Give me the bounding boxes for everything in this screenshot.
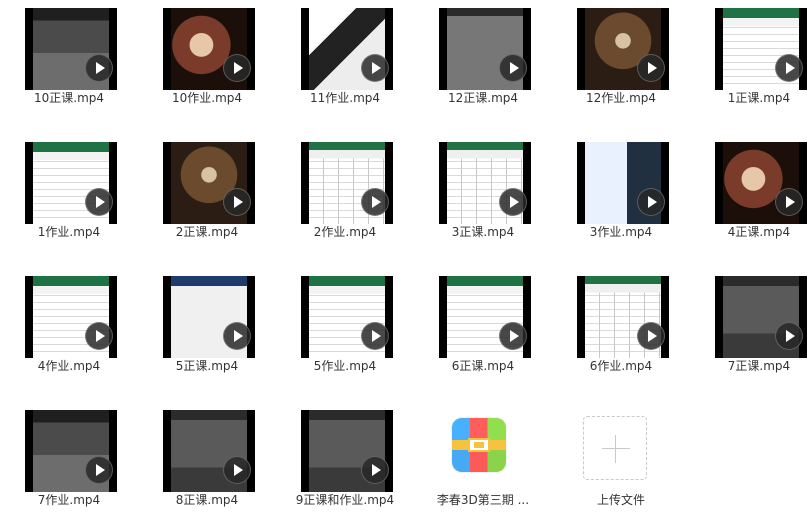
video-file-tile[interactable]: 1作业.mp4 — [10, 134, 128, 254]
video-file-tile[interactable]: 8正课.mp4 — [148, 402, 266, 521]
video-file-tile[interactable]: 7正课.mp4 — [700, 268, 809, 388]
play-icon[interactable] — [637, 54, 665, 82]
file-name: 12作业.mp4 — [585, 91, 657, 105]
video-thumbnail[interactable] — [163, 8, 255, 90]
file-name: 3正课.mp4 — [451, 225, 515, 239]
file-name: 5正课.mp4 — [175, 359, 239, 373]
video-file-tile[interactable]: 9正课和作业.mp4 — [286, 402, 404, 521]
video-thumbnail[interactable] — [301, 276, 393, 358]
upload-label: 上传文件 — [596, 493, 645, 507]
video-thumbnail[interactable] — [577, 142, 669, 224]
play-icon[interactable] — [499, 54, 527, 82]
video-thumbnail[interactable] — [163, 410, 255, 492]
zip-archive-icon[interactable] — [452, 418, 506, 472]
video-file-tile[interactable]: 7作业.mp4 — [10, 402, 128, 521]
video-file-tile[interactable]: 10作业.mp4 — [148, 0, 266, 120]
play-icon[interactable] — [361, 456, 389, 484]
file-name: 1作业.mp4 — [37, 225, 101, 239]
file-name: 10正课.mp4 — [33, 91, 105, 105]
file-name: 4正课.mp4 — [727, 225, 791, 239]
video-thumbnail[interactable] — [301, 142, 393, 224]
video-thumbnail[interactable] — [715, 276, 807, 358]
play-icon[interactable] — [775, 322, 803, 350]
file-name: 4作业.mp4 — [37, 359, 101, 373]
video-thumbnail[interactable] — [439, 276, 531, 358]
file-name: 10作业.mp4 — [171, 91, 243, 105]
play-icon[interactable] — [223, 456, 251, 484]
video-file-tile[interactable]: 5正课.mp4 — [148, 268, 266, 388]
video-file-tile[interactable]: 10正课.mp4 — [10, 0, 128, 120]
file-name: 12正课.mp4 — [447, 91, 519, 105]
video-file-tile[interactable]: 3作业.mp4 — [562, 134, 680, 254]
play-icon[interactable] — [361, 322, 389, 350]
file-name: 2作业.mp4 — [313, 225, 377, 239]
zip-slot — [474, 442, 484, 448]
video-thumbnail[interactable] — [577, 276, 669, 358]
play-icon[interactable] — [775, 54, 803, 82]
play-icon[interactable] — [223, 322, 251, 350]
archive-file-name: 李春3D第三期 ... — [436, 493, 530, 507]
play-icon[interactable] — [85, 188, 113, 216]
file-name: 7作业.mp4 — [37, 493, 101, 507]
video-file-tile[interactable]: 12作业.mp4 — [562, 0, 680, 120]
file-name: 6作业.mp4 — [589, 359, 653, 373]
plus-icon[interactable] — [583, 416, 647, 480]
video-thumbnail[interactable] — [439, 8, 531, 90]
video-thumbnail[interactable] — [301, 8, 393, 90]
video-thumbnail[interactable] — [301, 410, 393, 492]
play-icon[interactable] — [85, 456, 113, 484]
archive-file-tile[interactable]: 李春3D第三期 ... — [424, 402, 542, 521]
video-thumbnail[interactable] — [25, 142, 117, 224]
upload-file-tile[interactable]: 上传文件 — [562, 402, 680, 521]
play-icon[interactable] — [85, 322, 113, 350]
file-name: 7正课.mp4 — [727, 359, 791, 373]
video-thumbnail[interactable] — [577, 8, 669, 90]
video-file-tile[interactable]: 1正课.mp4 — [700, 0, 809, 120]
file-name: 3作业.mp4 — [589, 225, 653, 239]
play-icon[interactable] — [499, 188, 527, 216]
play-icon[interactable] — [223, 54, 251, 82]
video-file-tile[interactable]: 4作业.mp4 — [10, 268, 128, 388]
video-thumbnail[interactable] — [163, 276, 255, 358]
video-file-tile[interactable]: 2正课.mp4 — [148, 134, 266, 254]
file-grid: 10正课.mp4 10作业.mp4 11作业.mp4 12正课.mp4 12作业.mp4… — [0, 0, 809, 521]
file-name: 1正课.mp4 — [727, 91, 791, 105]
play-icon[interactable] — [637, 188, 665, 216]
file-name: 5作业.mp4 — [313, 359, 377, 373]
file-name: 6正课.mp4 — [451, 359, 515, 373]
video-file-tile[interactable]: 11作业.mp4 — [286, 0, 404, 120]
play-icon[interactable] — [775, 188, 803, 216]
video-thumbnail[interactable] — [25, 410, 117, 492]
file-name: 8正课.mp4 — [175, 493, 239, 507]
play-icon[interactable] — [361, 54, 389, 82]
video-file-tile[interactable]: 2作业.mp4 — [286, 134, 404, 254]
play-icon[interactable] — [85, 54, 113, 82]
file-name: 2正课.mp4 — [175, 225, 239, 239]
video-file-tile[interactable]: 12正课.mp4 — [424, 0, 542, 120]
play-icon[interactable] — [223, 188, 251, 216]
video-file-tile[interactable]: 5作业.mp4 — [286, 268, 404, 388]
video-thumbnail[interactable] — [715, 142, 807, 224]
file-name: 11作业.mp4 — [309, 91, 381, 105]
video-thumbnail[interactable] — [439, 142, 531, 224]
video-file-tile[interactable]: 6正课.mp4 — [424, 268, 542, 388]
file-name: 9正课和作业.mp4 — [295, 493, 395, 507]
video-thumbnail[interactable] — [163, 142, 255, 224]
video-file-tile[interactable]: 3正课.mp4 — [424, 134, 542, 254]
video-file-tile[interactable]: 4正课.mp4 — [700, 134, 809, 254]
play-icon[interactable] — [361, 188, 389, 216]
video-thumbnail[interactable] — [25, 8, 117, 90]
play-icon[interactable] — [499, 322, 527, 350]
video-thumbnail[interactable] — [25, 276, 117, 358]
video-file-tile[interactable]: 6作业.mp4 — [562, 268, 680, 388]
video-thumbnail[interactable] — [715, 8, 807, 90]
play-icon[interactable] — [637, 322, 665, 350]
